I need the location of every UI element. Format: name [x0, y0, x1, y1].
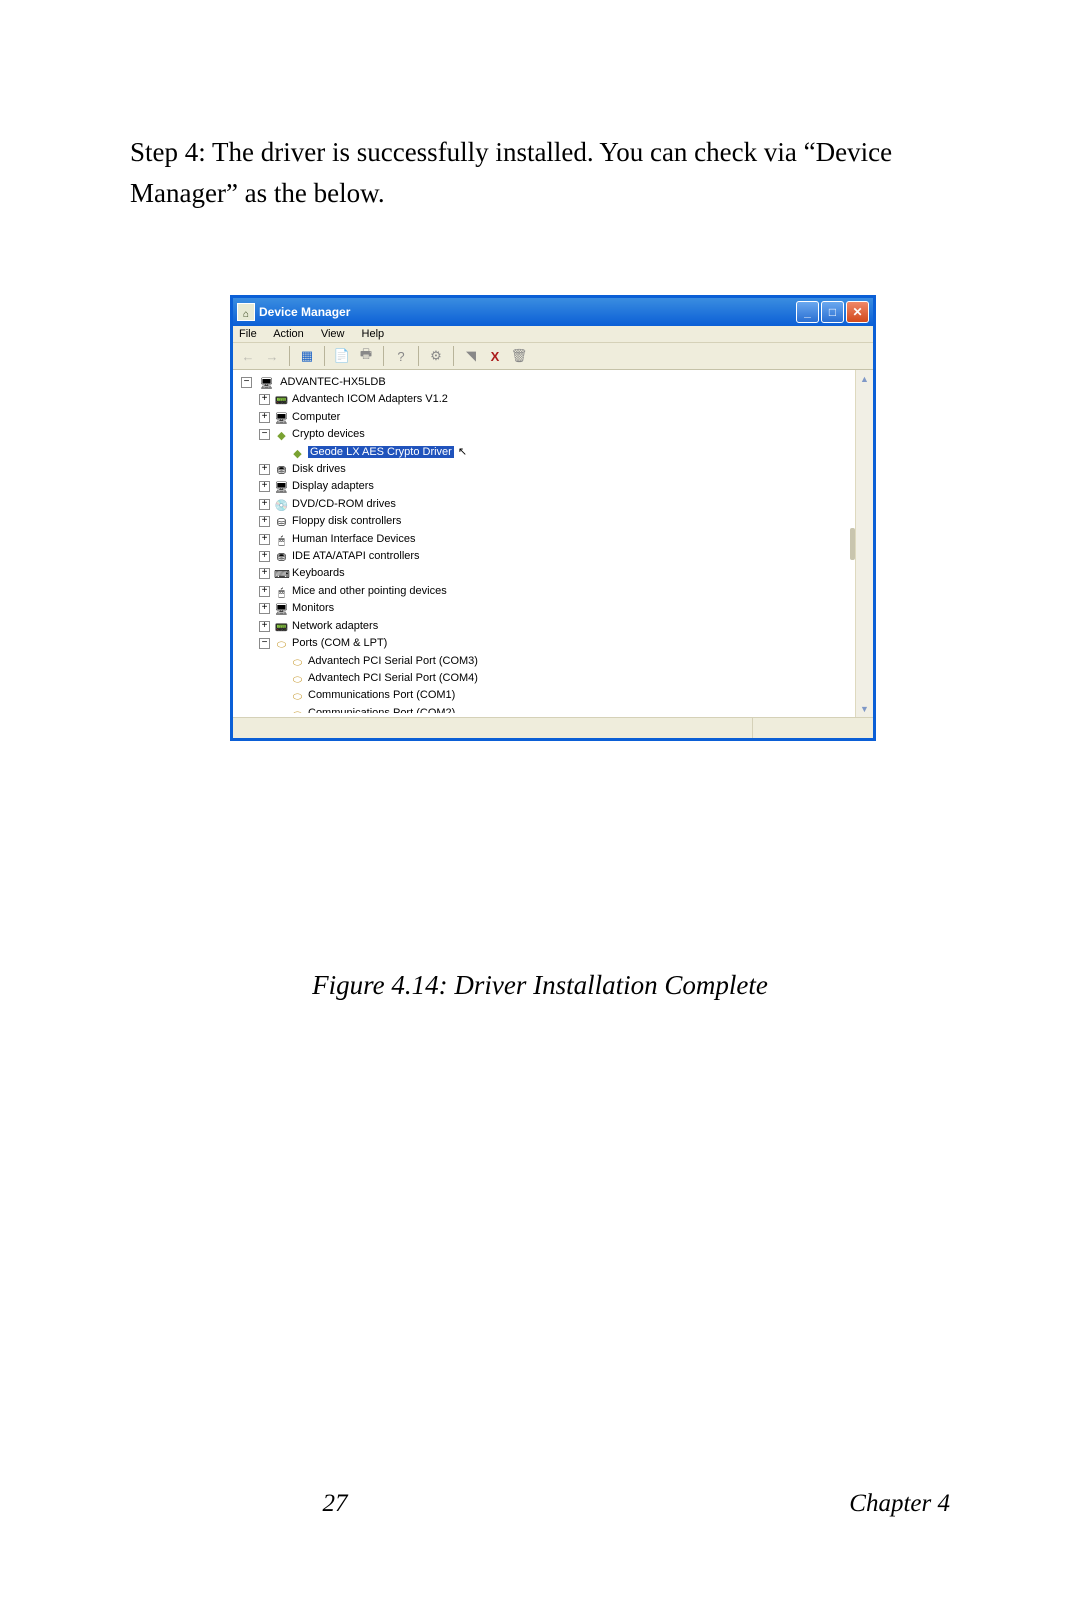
ports-icon: ⬭ [274, 637, 289, 650]
expand-toggle[interactable]: + [259, 534, 270, 545]
expand-toggle[interactable]: + [259, 394, 270, 405]
node-keyboards[interactable]: Keyboards [292, 567, 345, 579]
node-port-com1[interactable]: Communications Port (COM1) [308, 689, 455, 701]
node-crypto-driver[interactable]: Geode LX AES Crypto Driver [308, 446, 454, 458]
dvd-icon: 💿 [274, 498, 289, 511]
tool-bar: ← → ▦ 📄 🖶 ? ⚙ ◥ X 🗑 [233, 343, 873, 370]
menu-help[interactable]: Help [362, 328, 385, 340]
node-monitors[interactable]: Monitors [292, 602, 334, 614]
node-network[interactable]: Network adapters [292, 620, 378, 632]
device-manager-window: ⌂ Device Manager _ □ ✕ File Action View … [230, 295, 876, 741]
chapter-label: Chapter 4 [849, 1490, 950, 1518]
adapter-icon: 📟 [274, 393, 289, 406]
mouse-icon: 🖱 [274, 585, 289, 598]
port-icon: ⬭ [290, 672, 305, 685]
node-port-com2[interactable]: Communications Port (COM2) [308, 707, 455, 713]
menu-view[interactable]: View [321, 328, 345, 340]
scroll-down-icon[interactable]: ▼ [856, 700, 873, 717]
expand-toggle[interactable]: − [241, 377, 252, 388]
ide-icon: ⛃ [274, 550, 289, 563]
floppy-icon: ⛁ [274, 515, 289, 528]
expand-toggle[interactable]: − [259, 429, 270, 440]
node-mice[interactable]: Mice and other pointing devices [292, 585, 447, 597]
node-crypto[interactable]: Crypto devices [292, 428, 365, 440]
cursor-icon: ↖ [458, 446, 467, 458]
expand-toggle[interactable]: + [259, 568, 270, 579]
keyboard-icon: ⌨ [274, 567, 289, 580]
app-icon: ⌂ [237, 303, 255, 321]
node-dvd[interactable]: DVD/CD-ROM drives [292, 498, 396, 510]
menu-bar: File Action View Help [233, 326, 873, 343]
status-bar [233, 717, 873, 738]
expand-toggle[interactable]: + [259, 551, 270, 562]
view-icon[interactable]: ▦ [298, 347, 316, 365]
disable-icon[interactable]: X [486, 347, 504, 365]
computer-icon: 🖥 [274, 411, 289, 424]
port-icon: ⬭ [290, 689, 305, 702]
display-icon: 🖥 [274, 480, 289, 493]
node-floppy[interactable]: Floppy disk controllers [292, 515, 401, 527]
node-port-com4[interactable]: Advantech PCI Serial Port (COM4) [308, 672, 478, 684]
node-port-com3[interactable]: Advantech PCI Serial Port (COM3) [308, 655, 478, 667]
scroll-up-icon[interactable]: ▲ [856, 370, 873, 387]
scan-icon[interactable]: ⚙ [427, 347, 445, 365]
page-instruction-text: Step 4: The driver is successfully insta… [130, 132, 950, 213]
maximize-button[interactable]: □ [821, 301, 844, 323]
hid-icon: 🖱 [274, 533, 289, 546]
tree-root[interactable]: ADVANTEC-HX5LDB [280, 376, 386, 388]
expand-toggle[interactable]: + [259, 412, 270, 423]
node-computer[interactable]: Computer [292, 411, 340, 423]
vertical-scrollbar[interactable]: ▲ ▼ [855, 370, 873, 717]
expand-toggle[interactable]: − [259, 638, 270, 649]
expand-toggle[interactable]: + [259, 481, 270, 492]
expand-toggle[interactable]: + [259, 603, 270, 614]
port-icon: ⬭ [290, 655, 305, 668]
device-tree[interactable]: − 🖥 ADVANTEC-HX5LDB +📟Advantech ICOM Ada… [237, 374, 855, 713]
port-icon: ⬭ [290, 707, 305, 713]
expand-toggle[interactable]: + [259, 516, 270, 527]
expand-toggle[interactable]: + [259, 464, 270, 475]
uninstall-icon[interactable]: 🗑 [510, 347, 528, 365]
minimize-button[interactable]: _ [796, 301, 819, 323]
help-icon[interactable]: ? [392, 347, 410, 365]
node-display[interactable]: Display adapters [292, 480, 374, 492]
network-icon: 📟 [274, 620, 289, 633]
back-icon[interactable]: ← [239, 347, 257, 365]
extra1-icon[interactable]: ◥ [462, 347, 480, 365]
forward-icon[interactable]: → [263, 347, 281, 365]
node-icom[interactable]: Advantech ICOM Adapters V1.2 [292, 393, 448, 405]
disk-icon: ⛃ [274, 463, 289, 476]
node-ports[interactable]: Ports (COM & LPT) [292, 637, 387, 649]
expand-toggle[interactable]: + [259, 621, 270, 632]
computer-root-icon: 🖥 [259, 376, 274, 389]
close-button[interactable]: ✕ [846, 301, 869, 323]
expand-toggle[interactable]: + [259, 499, 270, 510]
title-bar[interactable]: ⌂ Device Manager _ □ ✕ [233, 298, 873, 326]
node-ide[interactable]: IDE ATA/ATAPI controllers [292, 550, 420, 562]
menu-file[interactable]: File [239, 328, 257, 340]
window-title: Device Manager [259, 305, 796, 319]
monitor-icon: 🖥 [274, 602, 289, 615]
crypto-icon: ◆ [274, 428, 289, 441]
expand-toggle[interactable]: + [259, 586, 270, 597]
properties-icon[interactable]: 📄 [333, 347, 351, 365]
page-footer: 27 Chapter 4 [130, 1490, 950, 1518]
crypto-driver-icon: ◆ [290, 446, 305, 459]
node-hid[interactable]: Human Interface Devices [292, 533, 416, 545]
node-disk[interactable]: Disk drives [292, 463, 346, 475]
print-icon[interactable]: 🖶 [357, 347, 375, 365]
figure-caption: Figure 4.14: Driver Installation Complet… [130, 970, 950, 1001]
page-number: 27 [130, 1490, 540, 1518]
menu-action[interactable]: Action [273, 328, 304, 340]
